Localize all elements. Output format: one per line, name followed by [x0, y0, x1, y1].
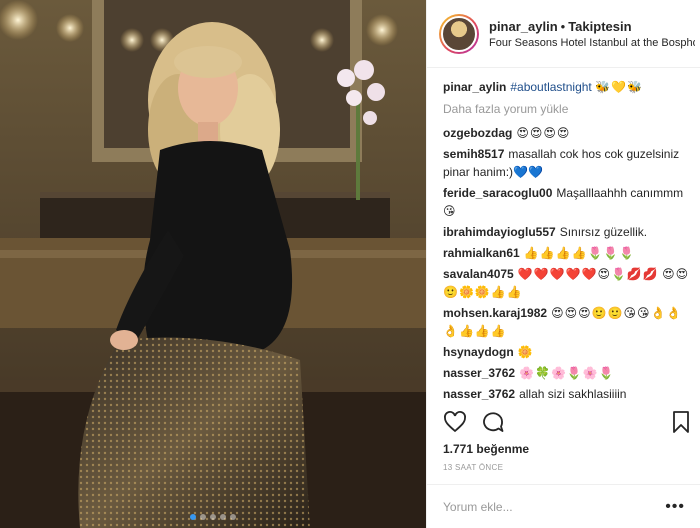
header-text: pinar_aylin • Takiptesin Four Seasons Hote… [489, 19, 695, 49]
comment-text: 😍😍😍😍 [516, 126, 571, 140]
likes-count[interactable]: 1.771 beğenme [443, 442, 529, 456]
comment-item: nasser_3762 🌸🍀🌸🌷🌸🌷 [443, 364, 693, 382]
comment-item: savalan4075 ❤️❤️❤️❤️❤️😍🌷💋💋 😍😍🙂🌼🌼👍👍 [443, 265, 693, 301]
caption-hashtag[interactable]: #aboutlastnight [510, 80, 591, 94]
post-timestamp: 13 SAAT ÖNCE [443, 463, 504, 472]
post-header: pinar_aylin • Takiptesin Four Seasons Hote… [427, 0, 700, 68]
comment-item: ibrahimdayioglu557 Sınırsız güzellik. [443, 223, 693, 241]
carousel-dot[interactable] [220, 514, 226, 520]
comment-input[interactable] [443, 499, 663, 514]
more-options-icon[interactable]: ••• [665, 498, 685, 516]
caption-username[interactable]: pinar_aylin [443, 80, 506, 94]
comment-username[interactable]: ibrahimdayioglu557 [443, 225, 556, 239]
header-username[interactable]: pinar_aylin [489, 19, 558, 34]
comment-text: 🌸🍀🌸🌷🌸🌷 [519, 366, 615, 380]
comment-username[interactable]: hsynaydogn [443, 345, 514, 359]
header-separator: • [560, 18, 566, 34]
photo-illustration [0, 0, 426, 528]
carousel-dot[interactable] [230, 514, 236, 520]
comment-item: nasser_3762 allah sizi sakhlasiiiin [443, 385, 693, 403]
comments-list: pinar_aylin #aboutlastnight 🐝💛🐝 Daha fazl… [427, 68, 700, 403]
comment-item: ozgebozdag 😍😍😍😍 [443, 124, 693, 142]
load-more-comments-button[interactable]: Daha fazla yorum yükle [443, 100, 700, 118]
comment-item: feride_saracoglu00 Maşalllaahhh canımmm 😘 [443, 184, 693, 220]
carousel-dots [0, 514, 426, 520]
avatar[interactable] [439, 13, 479, 54]
comment-item: hsynaydogn 🌼 [443, 343, 693, 361]
carousel-dot[interactable] [210, 514, 216, 520]
comment-username[interactable]: mohsen.karaj1982 [443, 306, 547, 320]
comment-item: rahmialkan61 👍👍👍👍🌷🌷🌷 [443, 244, 693, 262]
comment-username[interactable]: rahmialkan61 [443, 246, 520, 260]
heart-icon[interactable] [443, 410, 467, 434]
bookmark-icon[interactable] [669, 410, 693, 434]
carousel-dot[interactable] [190, 514, 196, 520]
comment-username[interactable]: nasser_3762 [443, 387, 515, 401]
comment-username[interactable]: nasser_3762 [443, 366, 515, 380]
post-side-panel: pinar_aylin • Takiptesin Four Seasons Hote… [426, 0, 700, 528]
avatar-image [441, 15, 477, 52]
carousel-dot[interactable] [200, 514, 206, 520]
follow-status[interactable]: Takiptesin [568, 19, 631, 34]
comment-text: Sınırsız güzellik. [559, 225, 648, 239]
comment-item: semih8517 masallah cok hos cok guzelsiniz… [443, 145, 693, 181]
comment-text: 👍👍👍👍🌷🌷🌷 [523, 246, 636, 260]
action-bar [443, 404, 693, 440]
comment-username[interactable]: feride_saracoglu00 [443, 186, 552, 200]
add-comment-bar: ••• [427, 484, 700, 528]
comment-username[interactable]: semih8517 [443, 147, 504, 161]
comment-text: 🌼 [517, 345, 534, 359]
comment-username[interactable]: savalan4075 [443, 267, 514, 281]
comment-item: mohsen.karaj1982 😍😍😍🙂🙂😘😘👌👌👌👍👍👍 [443, 304, 693, 340]
caption: pinar_aylin #aboutlastnight 🐝💛🐝 [443, 78, 693, 96]
comment-text: ❤️❤️❤️❤️❤️😍🌷💋💋 [517, 267, 659, 281]
comment-text: allah sizi sakhlasiiiin [519, 387, 627, 401]
header-location[interactable]: Four Seasons Hotel Istanbul at the Bosph… [489, 37, 695, 49]
comment-icon[interactable] [481, 410, 505, 434]
caption-emojis: 🐝💛🐝 [595, 80, 643, 94]
comment-username[interactable]: ozgebozdag [443, 126, 512, 140]
post-photo[interactable] [0, 0, 426, 528]
